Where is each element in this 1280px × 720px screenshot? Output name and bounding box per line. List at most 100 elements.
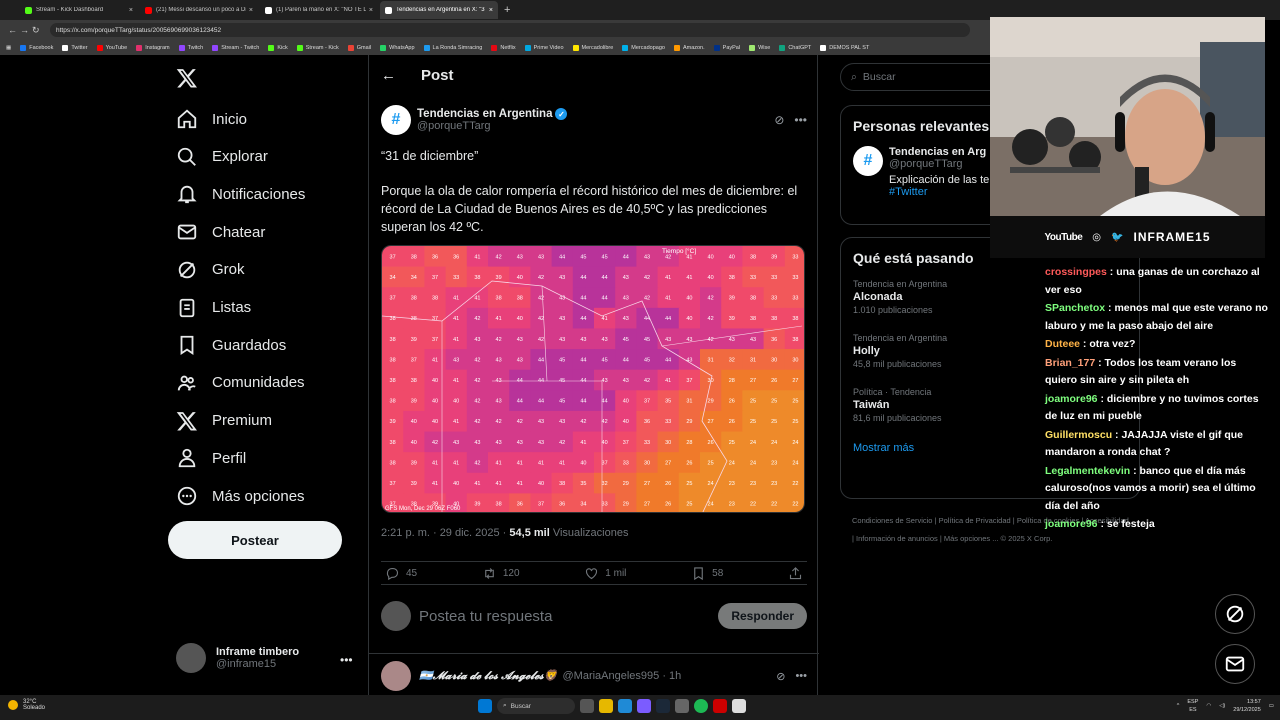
bookmark-item[interactable]: YouTube <box>96 44 127 51</box>
more-dots-icon[interactable]: ••• <box>795 670 807 682</box>
bookmark-item[interactable]: Kick <box>268 44 288 51</box>
close-icon[interactable]: × <box>489 7 493 14</box>
sidebar-item-guardados[interactable]: Guardados <box>176 330 286 360</box>
bookmark-item[interactable]: Mercadolibre <box>572 44 613 51</box>
post-timestamp[interactable]: 2:21 p. m. · 29 dic. 2025 · <box>381 527 509 539</box>
back-arrow-icon[interactable]: ← <box>8 25 20 35</box>
more-dots-icon[interactable]: ••• <box>794 113 807 127</box>
map-value-label: 41 <box>496 460 502 466</box>
reply-action[interactable]: 45 <box>385 566 417 581</box>
messages-fab[interactable] <box>1215 644 1255 684</box>
sidebar-item-explorar[interactable]: Explorar <box>176 142 268 172</box>
close-icon[interactable]: × <box>249 7 253 14</box>
apps-icon[interactable]: ▦ <box>6 45 11 51</box>
bookmark-item[interactable]: Prime Video <box>524 44 564 51</box>
browser-tab[interactable]: (21) Messi descansó un poco a Dr × <box>140 1 258 19</box>
bookmark-item[interactable]: La Ronda Simracing <box>423 44 482 51</box>
chat-username: Guillermoscu <box>1045 428 1113 441</box>
map-value-label: 42 <box>580 419 586 425</box>
bookmark-item[interactable]: ChatGPT <box>779 44 811 51</box>
author-name[interactable]: Tendencias en Argentina <box>417 108 552 120</box>
bookmark-item[interactable]: Instagram <box>136 44 170 51</box>
weather-widget[interactable]: 32°C Soleado <box>8 699 45 711</box>
sidebar-item-label: Chatear <box>212 223 266 241</box>
bookmark-item[interactable]: Netflix <box>491 44 516 51</box>
close-icon[interactable]: × <box>129 7 133 14</box>
close-icon[interactable]: × <box>369 7 373 14</box>
sidebar-item-notificaciones[interactable]: Notificaciones <box>176 179 305 209</box>
reply-button[interactable]: Responder <box>718 603 807 629</box>
bookmark-item[interactable]: Mercadopago <box>622 44 665 51</box>
forward-arrow-icon[interactable]: → <box>20 25 32 35</box>
map-value-label: 44 <box>538 357 544 363</box>
obs-icon[interactable] <box>713 699 727 713</box>
repost-action[interactable]: 120 <box>482 566 520 581</box>
sidebar-item-listas[interactable]: Listas <box>176 293 251 323</box>
browser-tab[interactable]: (1) Paren la mano en X: "NO TE LA × <box>260 1 378 19</box>
edge-icon[interactable] <box>618 699 632 713</box>
chrome-icon[interactable] <box>732 699 746 713</box>
bookmark-item[interactable]: Stream - Kick <box>296 44 339 51</box>
bookmark-item[interactable]: Wise <box>749 44 770 51</box>
steam-icon[interactable] <box>656 699 670 713</box>
reply-input[interactable]: Postea tu respuesta <box>419 608 718 625</box>
chevron-up-icon[interactable]: ^ <box>1177 703 1180 709</box>
clock[interactable]: 13:57 29/12/2025 <box>1233 698 1261 714</box>
map-value-label: 37 <box>390 481 396 487</box>
sidebar-item-grok[interactable]: Grok <box>176 255 245 285</box>
post-button[interactable]: Postear <box>168 521 342 559</box>
bookmark-item[interactable]: Amazon. <box>673 44 705 51</box>
repost-icon <box>485 567 494 579</box>
app-icon[interactable] <box>675 699 689 713</box>
sidebar-item-perfil[interactable]: Perfil <box>176 443 246 473</box>
grok-icon[interactable]: ⊘ <box>774 113 784 127</box>
grok-icon[interactable]: ⊘ <box>776 670 785 683</box>
browser-tab[interactable]: Stream - Kick Dashboard × <box>20 1 138 19</box>
account-switcher[interactable]: Inframe timbero @inframe15 <box>176 643 299 673</box>
spotify-icon[interactable] <box>694 699 708 713</box>
sidebar-item-msopciones[interactable]: Más opciones <box>176 481 305 511</box>
grok-fab[interactable] <box>1215 594 1255 634</box>
bookmark-item[interactable]: Twitter <box>62 44 88 51</box>
new-tab-button[interactable]: + <box>504 4 510 16</box>
bookmark-item[interactable]: Gmail <box>347 44 371 51</box>
author-handle[interactable]: @porqueTTarg <box>417 120 567 132</box>
author-avatar: # <box>853 146 883 176</box>
relevant-hashtag[interactable]: #Twitter <box>889 186 989 198</box>
bookmark-item[interactable]: Stream - Twitch <box>212 44 259 51</box>
windows-start-icon[interactable] <box>478 699 492 713</box>
url-input[interactable]: https://x.com/porqueTTarg/status/2005690… <box>50 23 970 37</box>
author-avatar[interactable]: # <box>381 105 411 135</box>
reply-post[interactable]: 🇦🇷𝓜𝓪𝓻𝓲𝓪 𝓭𝓮 𝓵𝓸𝓼 𝓐𝓷𝓰𝓮𝓵𝓮𝓼🦁 @MariaAngeles995… <box>381 661 807 691</box>
bookmark-item[interactable]: PayPal <box>713 44 740 51</box>
share-action[interactable] <box>788 566 803 581</box>
taskbar-search[interactable]: ⌕ Buscar <box>497 698 575 714</box>
tab-title: (1) Paren la mano en X: "NO TE LA <box>276 7 366 13</box>
bookmark-item[interactable]: Facebook <box>20 44 53 51</box>
more-dots-icon[interactable]: ••• <box>340 653 353 667</box>
like-action[interactable]: 1 mil <box>584 566 626 581</box>
language-indicator[interactable]: ESP ES <box>1187 698 1198 714</box>
file-explorer-icon[interactable] <box>599 699 613 713</box>
reload-icon[interactable]: ↻ <box>32 25 44 36</box>
sidebar-item-chatear[interactable]: Chatear <box>176 217 265 247</box>
bookmark-action[interactable]: 58 <box>691 566 723 581</box>
discord-icon[interactable] <box>637 699 651 713</box>
x-logo-icon[interactable] <box>176 67 198 89</box>
sidebar-item-comunidades[interactable]: Comunidades <box>176 368 305 398</box>
notification-icon[interactable]: ▭ <box>1269 703 1274 709</box>
sidebar-item-inicio[interactable]: Inicio <box>176 104 247 134</box>
sidebar-item-premium[interactable]: Premium <box>176 406 272 436</box>
task-view-icon[interactable] <box>580 699 594 713</box>
back-arrow-icon[interactable]: ← <box>381 67 411 84</box>
bookmark-favicon-icon <box>136 44 143 51</box>
browser-tab[interactable]: Tendencias en Argentina en X: "3 × <box>380 1 498 19</box>
bookmark-item[interactable]: DEMOS PAL ST <box>820 44 869 51</box>
volume-icon[interactable]: ◁) <box>1219 703 1225 709</box>
post-image-map[interactable]: 37 38 36 36 41 42 43 43 44 45 45 44 43 42 41 40 40 38 39 33… <box>381 245 805 513</box>
wifi-icon[interactable]: ◠ <box>1206 703 1211 709</box>
bookmark-item[interactable]: Twitch <box>178 44 203 51</box>
sidebar-item-label: Grok <box>212 261 245 279</box>
bookmark-item[interactable]: WhatsApp <box>380 44 415 51</box>
avatar <box>381 601 411 631</box>
